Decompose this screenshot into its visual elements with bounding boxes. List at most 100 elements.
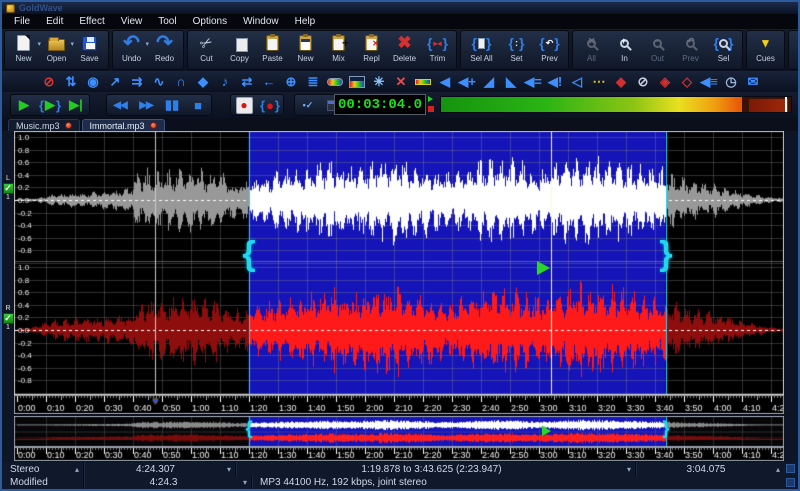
redo-button[interactable]: Redo <box>148 32 181 68</box>
rainbow-pill-icon[interactable] <box>324 72 346 91</box>
select-all-button[interactable]: {} Sel All <box>463 32 500 68</box>
menu-help[interactable]: Help <box>287 15 324 28</box>
cue-marker-icon[interactable]: ▼ <box>151 396 160 406</box>
down-arrow-icon[interactable]: ▾ <box>627 465 631 474</box>
right-channel-toggle[interactable]: R ✓ 1 <box>2 305 14 332</box>
title-bar[interactable]: GoldWave <box>2 2 798 14</box>
tab-music-mp3[interactable]: Music.mp3 <box>8 119 80 131</box>
doppler-icon[interactable]: ♪ <box>214 72 236 91</box>
clock-icon[interactable]: ◷ <box>720 72 742 91</box>
paste-button[interactable]: Paste <box>256 32 289 68</box>
zoom-in-button[interactable]: + In <box>608 32 641 68</box>
control-properties-button[interactable]: • ✓ <box>295 95 321 115</box>
silence-icon[interactable]: ◀≡ <box>698 72 720 91</box>
playback-marker-icon[interactable] <box>537 261 550 275</box>
speaker-quiet-icon[interactable]: ◁ <box>566 72 588 91</box>
selection-end-handle[interactable]: } <box>659 235 672 274</box>
set-selection-button[interactable]: {:} Set <box>500 32 533 68</box>
fade-out-icon[interactable]: ◣ <box>500 72 522 91</box>
length-short-cell[interactable]: 4:24.3 ▾ <box>84 476 252 489</box>
up-arrow-icon[interactable]: ▴ <box>75 465 79 474</box>
speaker-max-icon[interactable]: ◀! <box>544 72 566 91</box>
zoom-previous-button[interactable]: ↶ Prev <box>674 32 707 68</box>
speaker-icon[interactable]: ◀ <box>434 72 456 91</box>
menu-effect[interactable]: Effect <box>71 15 112 28</box>
position-cell[interactable]: 3:04.075 ▴ <box>636 462 798 476</box>
selection-cell[interactable]: 1:19.878 to 3:43.625 (2:23.947) ▾ <box>236 462 636 476</box>
sine-wave-icon[interactable]: ∿ <box>148 72 170 91</box>
pitch-node-icon[interactable]: ◉ <box>82 72 104 91</box>
up-arrow-icon[interactable]: ▴ <box>776 465 780 474</box>
mix-button[interactable]: Mix <box>322 32 355 68</box>
overview-selection-end-handle[interactable]: } <box>662 418 669 439</box>
dotted-node-icon[interactable]: ⋯ <box>588 72 610 91</box>
noise-reduction-icon[interactable]: ⊘ <box>632 72 654 91</box>
zoom-selection-button[interactable]: {} Sel <box>707 32 740 68</box>
down-arrow-icon[interactable]: ▾ <box>243 478 247 487</box>
prohibit-icon[interactable]: ⊘ <box>38 72 60 91</box>
play-end-button[interactable]: ▶| <box>63 95 89 115</box>
right-channel-checkbox-icon[interactable]: ✓ <box>2 313 14 324</box>
reverse-icon[interactable]: ∩ <box>170 72 192 91</box>
play-selection-button[interactable]: ▶ <box>37 95 63 115</box>
volume-arrows-icon[interactable]: ⇅ <box>60 72 82 91</box>
menu-view[interactable]: View <box>113 15 151 28</box>
main-time-axis[interactable]: ▼ <box>2 395 798 414</box>
cut-button[interactable]: Cut <box>190 32 223 68</box>
stop-button[interactable]: ■ <box>185 95 211 115</box>
length-cell[interactable]: 4:24.307 ▾ <box>84 462 236 476</box>
trim-button[interactable]: {▸◂} Trim <box>421 32 454 68</box>
delete-button[interactable]: Delete <box>388 32 421 68</box>
menu-window[interactable]: Window <box>235 15 287 28</box>
help-button[interactable]: Help <box>791 32 798 68</box>
replace-button[interactable]: Repl <box>355 32 388 68</box>
diamond-icon[interactable]: ◆ <box>192 72 214 91</box>
shape-node-icon[interactable]: ↗ <box>104 72 126 91</box>
pop-click-icon[interactable]: ◈ <box>654 72 676 91</box>
zoom-all-button[interactable]: ✕ All <box>575 32 608 68</box>
crossed-node-icon[interactable]: ✕ <box>390 72 412 91</box>
undo-button[interactable]: ▾Undo <box>115 32 149 68</box>
record-selection-button[interactable]: ● <box>257 95 283 115</box>
tab-immortal-mp3[interactable]: Immortal.mp3 <box>81 119 165 131</box>
left-channel-toggle[interactable]: L ✓ 1 <box>2 175 14 202</box>
rewind-button[interactable]: ◀◀ <box>107 95 133 115</box>
rainbow-bar-icon[interactable] <box>412 72 434 91</box>
equalizer-icon[interactable]: ≣ <box>302 72 324 91</box>
selection-start-handle[interactable]: { <box>242 235 255 274</box>
offset-arrow-icon[interactable]: ← <box>258 72 280 91</box>
record-button[interactable]: ● <box>231 95 257 115</box>
channels-cell[interactable]: Stereo ▴ <box>2 462 84 476</box>
copy-button[interactable]: Copy <box>223 32 256 68</box>
main-axis-canvas[interactable] <box>14 395 784 414</box>
menu-edit[interactable]: Edit <box>38 15 71 28</box>
fast-forward-button[interactable]: ▶▶ <box>133 95 159 115</box>
speaker-equal-icon[interactable]: ◀= <box>522 72 544 91</box>
menu-tool[interactable]: Tool <box>150 15 184 28</box>
play-button[interactable]: ▶ <box>11 95 37 115</box>
smoother-icon[interactable]: ◇ <box>676 72 698 91</box>
expander-icon[interactable]: ⊕ <box>280 72 302 91</box>
exchange-icon[interactable]: ⇄ <box>236 72 258 91</box>
paste-new-button[interactable]: New <box>289 32 322 68</box>
fade-in-icon[interactable]: ◢ <box>478 72 500 91</box>
overview-selection-start-handle[interactable]: { <box>245 418 252 439</box>
menu-options[interactable]: Options <box>185 15 235 28</box>
left-channel-checkbox-icon[interactable]: ✓ <box>2 183 14 194</box>
overview-strip[interactable]: { } <box>2 416 798 447</box>
rainbow-grid-icon[interactable] <box>346 72 368 91</box>
save-button[interactable]: Save <box>73 32 106 68</box>
overview-time-axis[interactable] <box>2 447 798 461</box>
overview-axis-canvas[interactable] <box>14 447 784 461</box>
open-button[interactable]: ▾ Open <box>40 32 74 68</box>
menu-file[interactable]: File <box>6 15 38 28</box>
previous-selection-button[interactable]: {↶} Prev <box>533 32 566 68</box>
cues-button[interactable]: Cues <box>749 32 782 68</box>
speaker-plus-icon[interactable]: ◀+ <box>456 72 478 91</box>
interpolate-icon[interactable]: ✳ <box>368 72 390 91</box>
red-node-icon[interactable]: ◆ <box>610 72 632 91</box>
down-arrow-icon[interactable]: ▾ <box>227 465 231 474</box>
overview-playback-marker-icon[interactable] <box>542 426 551 436</box>
chat-icon[interactable]: ✉ <box>742 72 764 91</box>
zoom-out-button[interactable]: − Out <box>641 32 674 68</box>
